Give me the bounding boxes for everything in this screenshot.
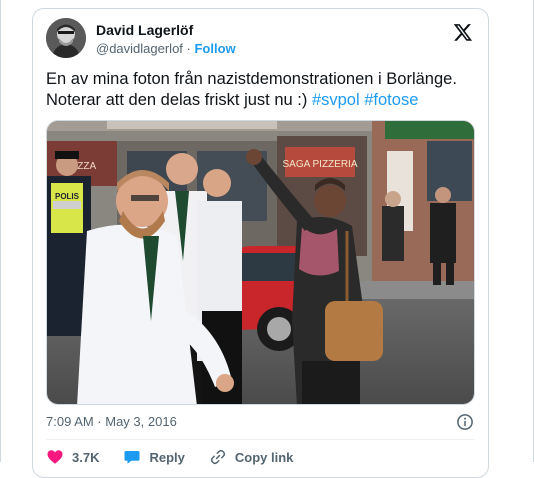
heart-icon <box>47 450 63 464</box>
author-name[interactable]: David Lagerlöf <box>96 22 193 38</box>
tweet-text-line-2: Noterar att den delas friskt just nu :) <box>46 91 312 109</box>
tweet-timestamp[interactable]: 7:09 AM · May 3, 2016 <box>46 414 177 429</box>
author-handle-line: @davidlagerlof · Follow <box>96 41 236 56</box>
x-logo-icon[interactable] <box>453 22 473 42</box>
avatar-portrait <box>46 18 86 58</box>
police-vest-text: POLIS <box>55 192 80 201</box>
tweet-actions: 3.7K Reply Copy link <box>46 447 317 467</box>
follow-button[interactable]: Follow <box>194 41 235 56</box>
copy-link-button[interactable]: Copy link <box>209 448 294 466</box>
copy-link-label: Copy link <box>234 449 294 465</box>
like-count: 3.7K <box>72 449 100 465</box>
hashtag-fotose[interactable]: #fotose <box>364 91 418 109</box>
reply-bubble-icon <box>124 451 140 464</box>
tweet-text-line-1: En av mina foton från nazistdemonstratio… <box>46 70 457 88</box>
info-icon[interactable] <box>456 413 474 431</box>
tweet-text: En av mina foton från nazistdemonstratio… <box>46 69 476 111</box>
avatar[interactable] <box>46 18 86 58</box>
hashtag-svpol[interactable]: #svpol <box>312 91 360 109</box>
tweet-header: David Lagerlöf @davidlagerlof · Follow <box>46 18 475 60</box>
link-icon <box>210 449 225 465</box>
author-handle[interactable]: @davidlagerlof <box>96 41 183 56</box>
reply-button[interactable]: Reply <box>123 448 185 466</box>
protest-photo-illustration: SAGA PIZZERIA PIZZA POLIS <box>47 121 474 404</box>
divider <box>46 439 475 440</box>
tweet-card[interactable]: David Lagerlöf @davidlagerlof · Follow E… <box>32 8 489 478</box>
reply-label: Reply <box>149 449 185 465</box>
shop-sign-text: SAGA PIZZERIA <box>282 159 357 170</box>
window-border-left <box>0 0 1 462</box>
like-button[interactable]: 3.7K <box>46 448 99 466</box>
tweet-photo[interactable]: SAGA PIZZERIA PIZZA POLIS <box>46 120 475 405</box>
handle-separator: · <box>182 41 195 56</box>
